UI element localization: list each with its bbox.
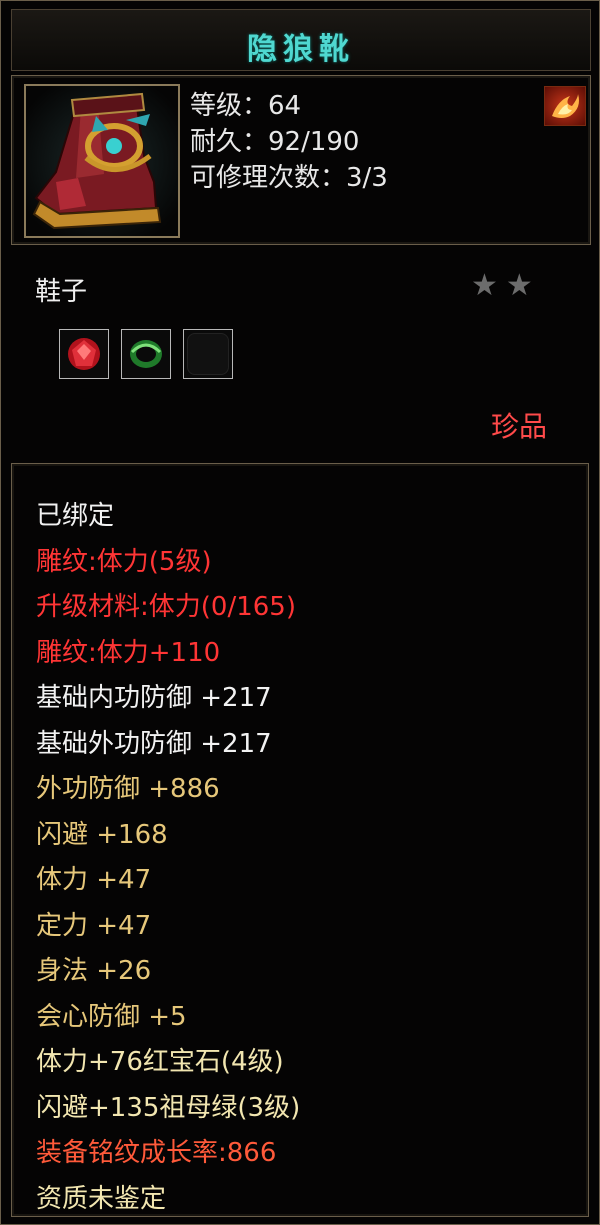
attribute-line: 闪避 +168 xyxy=(36,819,168,850)
item-tooltip: 隐狼靴 等级：64 耐久：92/190 可修理次数：3/3 鞋子 ★ ★ 珍品 … xyxy=(0,0,600,1225)
quality-label: 珍品 xyxy=(491,410,548,443)
attribute-panel: 已绑定雕纹:体力(5级) 升级材料:体力(0/165) 雕纹:体力+110 基础内功防… xyxy=(11,463,589,1217)
star-icon: ★ xyxy=(505,268,533,303)
boots-icon xyxy=(24,84,180,238)
attribute-line: 已绑定 xyxy=(36,501,115,531)
title-bar: 隐狼靴 xyxy=(11,9,591,71)
gem-slot-emerald[interactable] xyxy=(121,329,171,379)
gem-sockets xyxy=(59,329,233,379)
attribute-line: 会心防御 +5 xyxy=(36,1001,187,1032)
attribute-line: 外功防御 +886 xyxy=(36,774,220,804)
attribute-line: 定力 +47 xyxy=(36,910,152,941)
attribute-line: 升级材料:体力(0/165) xyxy=(36,592,296,622)
attribute-line: 体力 +47 xyxy=(36,865,152,895)
durability-text: 耐久：92/190 xyxy=(190,127,360,157)
item-name: 隐狼靴 xyxy=(247,32,355,67)
attribute-line: 资质未鉴定 xyxy=(36,1183,167,1214)
attribute-line: 雕纹:体力+110 xyxy=(36,637,221,668)
empty-gem-slot xyxy=(187,333,229,375)
attribute-line: 身法 +26 xyxy=(36,956,152,986)
gem-slot-ruby[interactable] xyxy=(59,329,109,379)
attribute-line: 体力+76红宝石(4级) xyxy=(36,1047,284,1077)
item-type: 鞋子 xyxy=(35,277,88,307)
gem-slot-empty[interactable] xyxy=(183,329,233,379)
level-text: 等级：64 xyxy=(190,91,302,121)
attribute-line: 雕纹:体力(5级) xyxy=(36,546,212,577)
attribute-line: 基础内功防御 +217 xyxy=(36,683,272,713)
star-icon: ★ xyxy=(471,268,498,303)
star-rating: ★ ★ xyxy=(471,271,533,301)
item-stats: 等级：64 耐久：92/190 可修理次数：3/3 xyxy=(190,88,388,196)
attribute-line: 基础外功防御 +217 xyxy=(36,728,272,759)
item-header-panel: 等级：64 耐久：92/190 可修理次数：3/3 xyxy=(11,75,591,245)
attribute-line: 闪避+135祖母绿(3级) xyxy=(36,1092,301,1123)
repair-count-text: 可修理次数：3/3 xyxy=(190,163,388,193)
attribute-list: 已绑定雕纹:体力(5级) 升级材料:体力(0/165) 雕纹:体力+110 基础内功防… xyxy=(36,494,300,1222)
fire-emblem-icon xyxy=(544,86,586,126)
ruby-gem-icon xyxy=(68,338,100,370)
attribute-line: 装备铭纹成长率:866 xyxy=(36,1138,277,1168)
emerald-gem-icon xyxy=(130,340,162,368)
